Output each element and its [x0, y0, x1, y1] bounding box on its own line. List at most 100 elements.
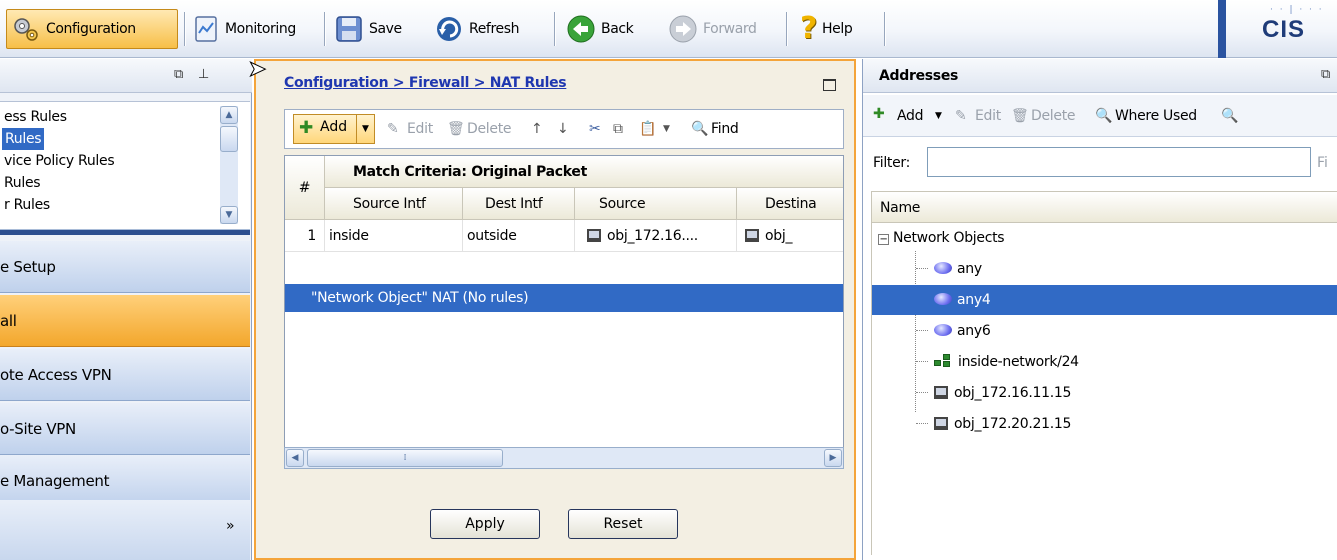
scroll-thumb[interactable]: ⁞: [307, 449, 503, 467]
tree-item-filter-rules[interactable]: r Rules: [4, 194, 50, 216]
nav-label: ote Access VPN: [0, 366, 112, 384]
edit-address-button[interactable]: Edit: [975, 105, 1001, 127]
destination-cell[interactable]: obj_: [737, 220, 843, 252]
dropdown-arrow-icon[interactable]: ▼: [935, 105, 942, 127]
toolbar-separator: [554, 12, 555, 46]
scroll-left-icon[interactable]: ◀: [286, 449, 304, 467]
reset-button[interactable]: Reset: [568, 509, 678, 539]
rule-number-cell[interactable]: 1: [285, 220, 325, 252]
back-label: Back: [601, 21, 634, 37]
nav-site-to-site-vpn[interactable]: o-Site VPN: [0, 403, 250, 455]
source-intf-cell[interactable]: inside: [325, 220, 463, 252]
dropdown-arrow-icon[interactable]: ▼: [356, 114, 374, 144]
float-window-icon[interactable]: ⧉: [174, 67, 183, 82]
delete-button[interactable]: Delete: [467, 117, 512, 141]
help-label: Help: [822, 21, 853, 37]
group-header-match-criteria: Match Criteria: Original Packet: [325, 156, 843, 188]
column-header-source-intf[interactable]: Source Intf: [325, 188, 463, 220]
nav-more-button[interactable]: »: [0, 500, 250, 560]
back-arrow-icon: [567, 15, 595, 43]
source-cell[interactable]: obj_172.16....: [575, 220, 737, 252]
forward-button[interactable]: Forward: [664, 9, 761, 49]
paste-icon[interactable]: 📋: [639, 117, 656, 141]
back-button[interactable]: Back: [562, 9, 637, 49]
column-header-source[interactable]: Source: [575, 188, 737, 220]
paste-dropdown-icon[interactable]: ▼: [663, 117, 670, 141]
save-label: Save: [369, 21, 402, 37]
tree-item-nat-rules[interactable]: Rules: [2, 128, 45, 150]
nav-device-setup[interactable]: e Setup: [0, 241, 250, 293]
address-object-obj-172-16-11-15[interactable]: obj_172.16.11.15: [930, 378, 1075, 408]
float-window-icon[interactable]: ⧉: [1321, 67, 1330, 82]
trash-icon: 🗑: [447, 121, 465, 137]
copy-icon[interactable]: ⧉: [613, 117, 623, 141]
floppy-disk-icon: [336, 16, 362, 42]
configuration-button[interactable]: Configuration: [6, 9, 178, 49]
address-object-any6[interactable]: any6: [930, 316, 994, 346]
tree-item-aaa-rules[interactable]: Rules: [4, 172, 41, 194]
collapse-icon[interactable]: −: [878, 234, 889, 245]
edit-button[interactable]: Edit: [407, 117, 433, 141]
column-header-name[interactable]: Name: [871, 191, 1337, 223]
column-header-dest-intf[interactable]: Dest Intf: [463, 188, 575, 220]
add-address-button[interactable]: Add: [897, 105, 924, 127]
add-rule-button[interactable]: ✚ Add ▼: [293, 114, 375, 144]
address-object-inside-network[interactable]: inside-network/24: [930, 347, 1083, 377]
source-value: obj_172.16....: [607, 228, 698, 244]
toolbar-separator: [324, 12, 325, 46]
move-down-icon[interactable]: ↓: [557, 117, 569, 141]
object-name: obj_172.20.21.15: [954, 416, 1072, 432]
move-up-icon[interactable]: ↑: [531, 117, 543, 141]
save-button[interactable]: Save: [330, 9, 406, 49]
panel-splitter[interactable]: [0, 229, 250, 235]
nat-rules-table: # Match Criteria: Original Packet Source…: [284, 155, 844, 461]
monitoring-button[interactable]: Monitoring: [188, 9, 300, 49]
tree-scrollbar[interactable]: ▲ ▼: [220, 106, 238, 224]
monitoring-label: Monitoring: [225, 21, 296, 37]
find-button[interactable]: Find: [711, 117, 739, 141]
delete-address-button[interactable]: Delete: [1031, 105, 1076, 127]
device-list-panel: ⧉ ⊥ ess Rules Rules vice Policy Rules Ru…: [0, 59, 252, 560]
tree-root-network-objects[interactable]: − Network Objects: [878, 223, 1005, 253]
forward-arrow-icon: [669, 15, 697, 43]
column-header-destination[interactable]: Destina: [737, 188, 843, 220]
nat-toolbar: ✚ Add ▼ ✎ Edit 🗑 Delete ↑ ↓ ✂ ⧉ 📋 ▼ 🔍 Fi…: [284, 109, 844, 149]
apply-button[interactable]: Apply: [430, 509, 540, 539]
brand-logo-dots: · · | · · ·: [1270, 5, 1324, 15]
firewall-tree: ess Rules Rules vice Policy Rules Rules …: [0, 101, 250, 229]
nav-remote-access-vpn[interactable]: ote Access VPN: [0, 349, 250, 401]
object-name: inside-network/24: [958, 354, 1079, 370]
breadcrumb[interactable]: Configuration > Firewall > NAT Rules: [284, 75, 567, 91]
search-icon[interactable]: 🔍: [1221, 105, 1238, 127]
scroll-thumb[interactable]: [220, 126, 238, 152]
object-name: any4: [957, 292, 991, 308]
cut-icon[interactable]: ✂: [589, 117, 601, 141]
maximize-icon[interactable]: [823, 79, 836, 91]
help-button[interactable]: ? Help: [796, 9, 856, 49]
filter-input[interactable]: [927, 147, 1311, 177]
horizontal-scrollbar[interactable]: ◀ ⁞ ▶: [284, 447, 844, 469]
address-tree: − Network Objects any any4 any6 inside-ne…: [871, 223, 1337, 555]
pin-icon[interactable]: ⊥: [198, 67, 209, 82]
address-object-any4[interactable]: any4: [872, 285, 1337, 315]
scroll-right-icon[interactable]: ▶: [824, 449, 842, 467]
address-object-obj-172-20-21-15[interactable]: obj_172.20.21.15: [930, 409, 1075, 439]
column-header-number[interactable]: #: [285, 156, 325, 220]
brand-bar: [1218, 0, 1226, 58]
tree-connector: [916, 392, 928, 393]
nat-rules-panel: ➤ Configuration > Firewall > NAT Rules ✚…: [247, 57, 856, 560]
tree-item-access-rules[interactable]: ess Rules: [4, 106, 67, 128]
nav-firewall[interactable]: all: [0, 295, 250, 347]
scroll-up-icon[interactable]: ▲: [220, 106, 238, 124]
refresh-button[interactable]: Refresh: [430, 9, 523, 49]
dest-intf-cell[interactable]: outside: [463, 220, 575, 252]
scroll-down-icon[interactable]: ▼: [220, 206, 238, 224]
where-used-button[interactable]: Where Used: [1115, 105, 1197, 127]
network-object-nat-group-row[interactable]: "Network Object" NAT (No rules): [285, 284, 843, 312]
tree-connector: [916, 268, 928, 269]
address-object-any[interactable]: any: [930, 254, 986, 284]
gears-icon: [14, 18, 38, 41]
tree-item-service-policy-rules[interactable]: vice Policy Rules: [4, 150, 115, 172]
globe-icon: [934, 324, 952, 336]
filter-button[interactable]: Fi: [1317, 155, 1328, 171]
